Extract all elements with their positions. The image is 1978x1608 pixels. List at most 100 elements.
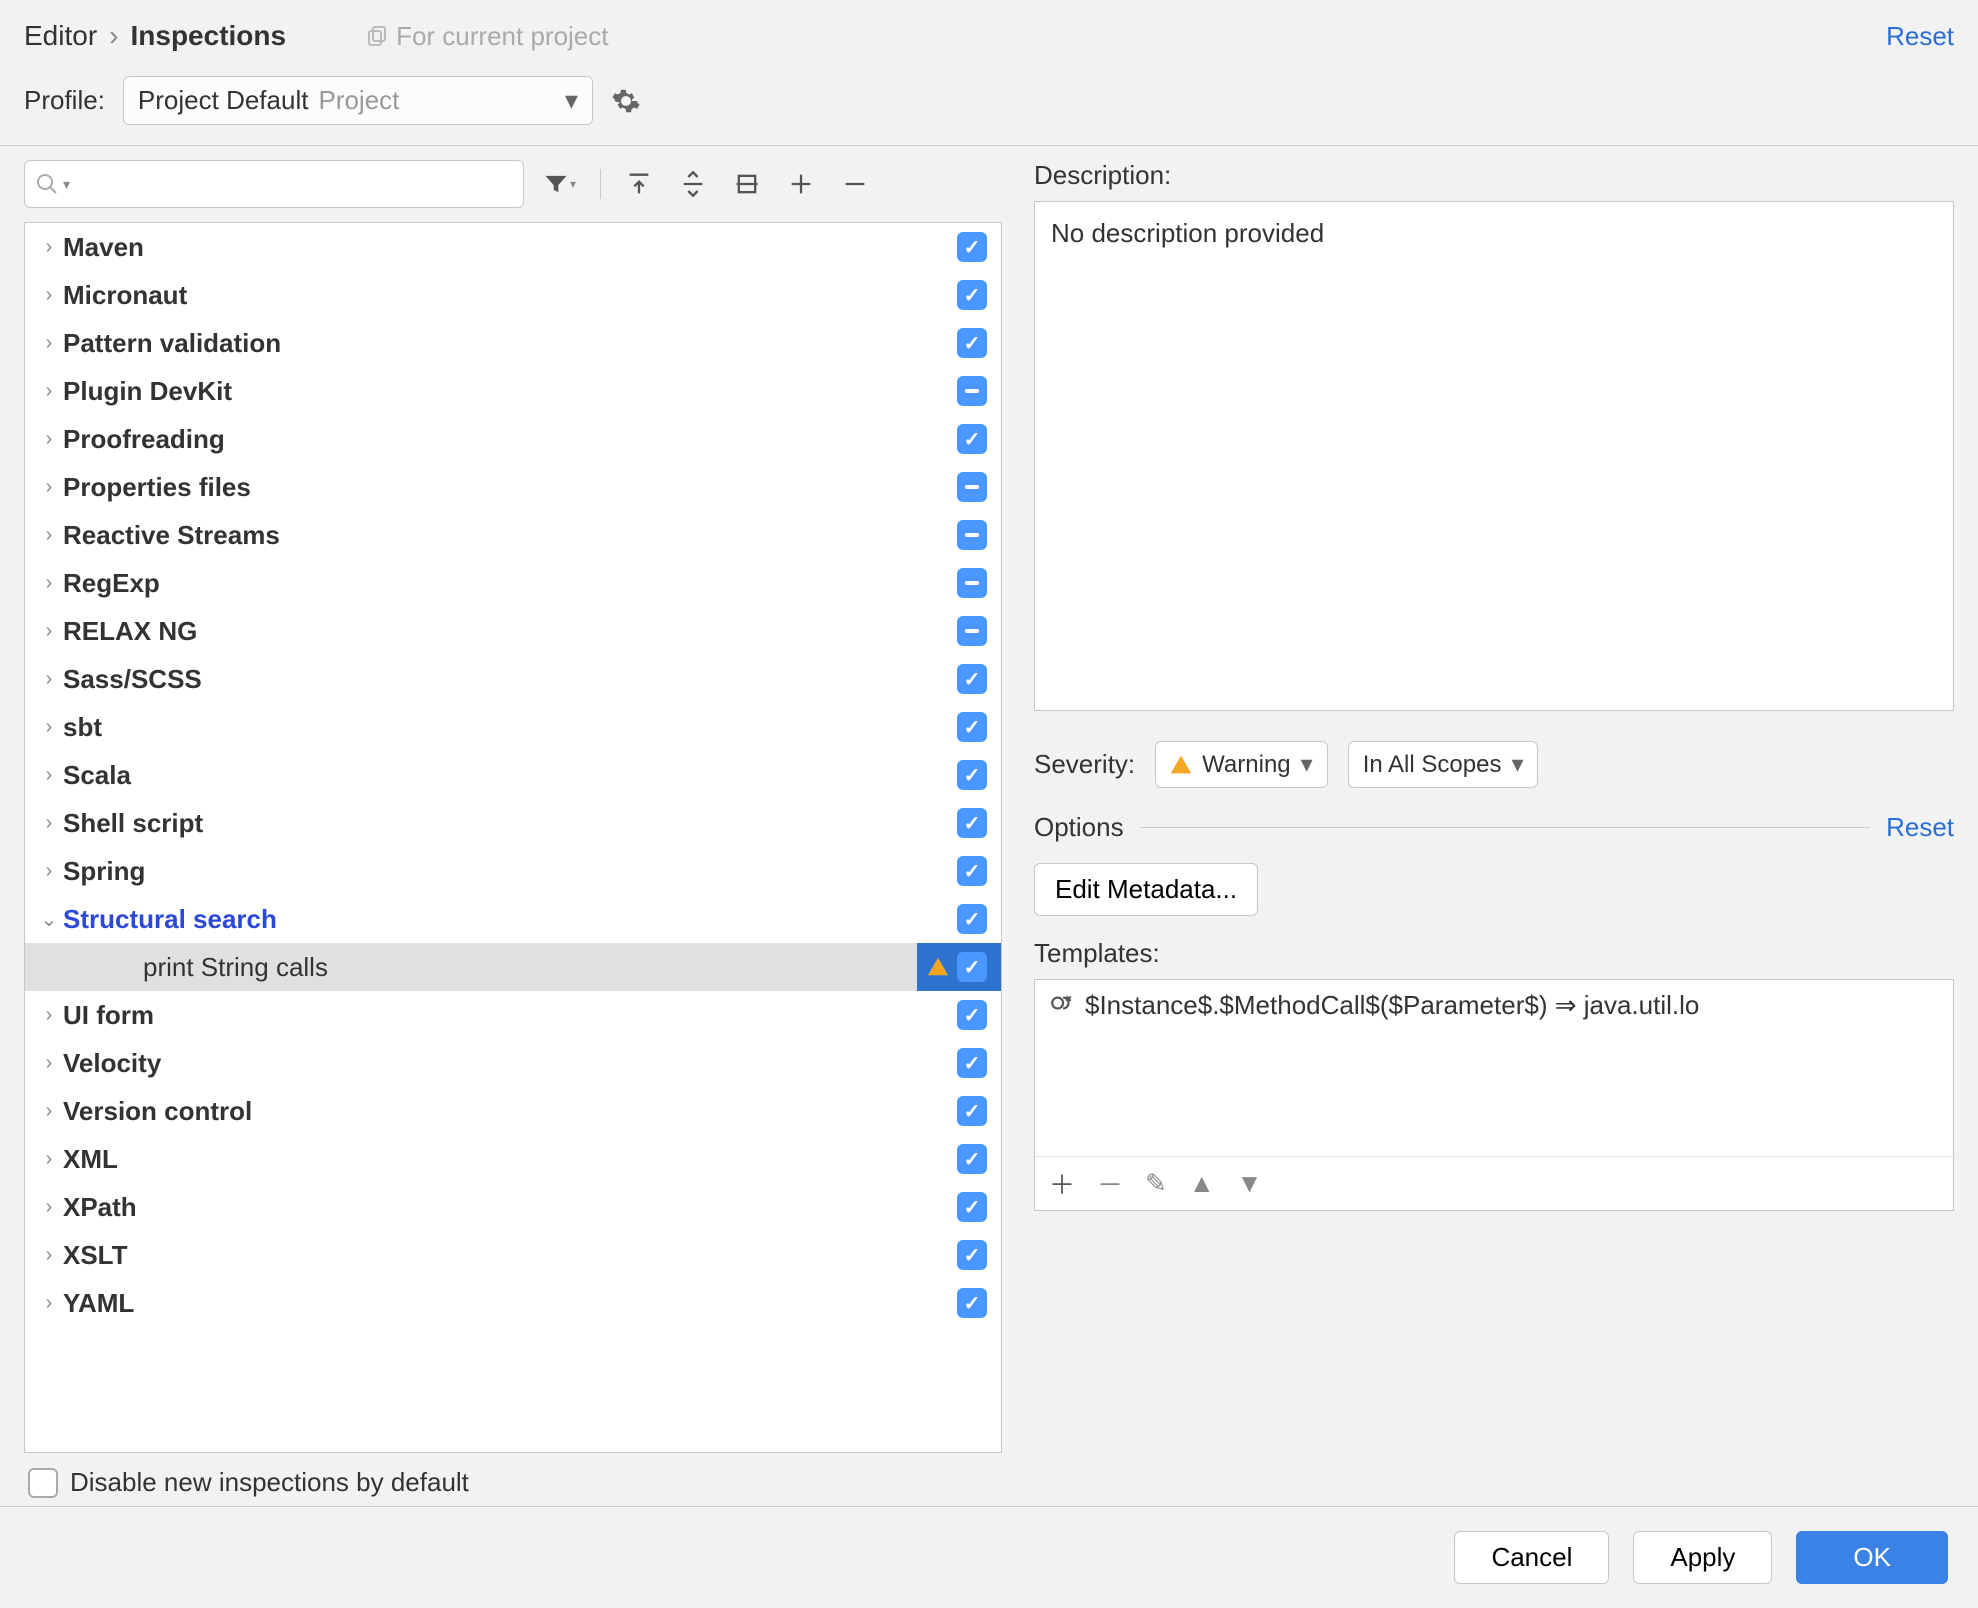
inspection-checkbox[interactable] — [957, 1144, 987, 1174]
copy-for-project[interactable]: For current project — [366, 21, 608, 52]
severity-combo[interactable]: Warning ▾ — [1155, 741, 1328, 788]
inspection-checkbox[interactable] — [957, 1048, 987, 1078]
tree-row[interactable]: ›sbt — [25, 703, 1001, 751]
expander-icon[interactable]: › — [35, 380, 63, 403]
tree-row[interactable]: ›Velocity — [25, 1039, 1001, 1087]
tree-row[interactable]: ›RELAX NG — [25, 607, 1001, 655]
inspection-checkbox[interactable] — [957, 424, 987, 454]
tmpl-remove-button[interactable]: － — [1097, 1165, 1123, 1202]
expander-icon[interactable]: › — [35, 572, 63, 595]
collapse-all-icon — [679, 170, 707, 198]
tree-row[interactable]: ⌄Structural search — [25, 895, 1001, 943]
expander-icon[interactable]: › — [35, 428, 63, 451]
expander-icon[interactable]: › — [35, 812, 63, 835]
remove-button[interactable] — [833, 166, 877, 202]
filter-button[interactable]: ▾ — [534, 166, 584, 202]
expander-icon[interactable]: › — [35, 860, 63, 883]
inspection-checkbox[interactable] — [957, 232, 987, 262]
disable-new-inspections-row[interactable]: Disable new inspections by default — [24, 1453, 1002, 1506]
tree-row[interactable]: ›Micronaut — [25, 271, 1001, 319]
tree-row[interactable]: ›XML — [25, 1135, 1001, 1183]
options-reset[interactable]: Reset — [1886, 812, 1954, 843]
inspection-checkbox[interactable] — [957, 952, 987, 982]
cancel-button[interactable]: Cancel — [1454, 1531, 1609, 1584]
reset-link[interactable]: Reset — [1886, 21, 1954, 52]
inspection-checkbox[interactable] — [957, 760, 987, 790]
inspection-checkbox[interactable] — [957, 808, 987, 838]
tree-row[interactable]: print String calls — [25, 943, 1001, 991]
inspection-checkbox[interactable] — [957, 472, 987, 502]
search-input[interactable]: ▾ — [24, 160, 524, 208]
ok-button[interactable]: OK — [1796, 1531, 1948, 1584]
tree-row[interactable]: ›Maven — [25, 223, 1001, 271]
profile-combo[interactable]: Project Default Project ▾ — [123, 76, 593, 125]
inspection-checkbox[interactable] — [957, 280, 987, 310]
inspection-checkbox[interactable] — [957, 1288, 987, 1318]
expander-icon[interactable]: › — [35, 764, 63, 787]
tree-row[interactable]: ›UI form — [25, 991, 1001, 1039]
breadcrumb-parent[interactable]: Editor — [24, 20, 97, 52]
tree-row[interactable]: ›Pattern validation — [25, 319, 1001, 367]
tmpl-up-button[interactable]: ▲ — [1189, 1168, 1215, 1199]
inspection-checkbox[interactable] — [957, 664, 987, 694]
tree-row[interactable]: ›RegExp — [25, 559, 1001, 607]
template-item[interactable]: $Instance$.$MethodCall$($Parameter$) ⇒ j… — [1035, 980, 1953, 1156]
expander-icon[interactable]: › — [35, 620, 63, 643]
tree-row[interactable]: ›Spring — [25, 847, 1001, 895]
expander-icon[interactable]: › — [35, 332, 63, 355]
expander-icon[interactable]: › — [35, 1100, 63, 1123]
tree-row[interactable]: ›Properties files — [25, 463, 1001, 511]
inspection-checkbox[interactable] — [957, 328, 987, 358]
inspection-checkbox[interactable] — [957, 376, 987, 406]
expander-icon[interactable]: › — [35, 1196, 63, 1219]
tree-row[interactable]: ›XPath — [25, 1183, 1001, 1231]
tree-row[interactable]: ›Sass/SCSS — [25, 655, 1001, 703]
disable-checkbox[interactable] — [28, 1468, 58, 1498]
tmpl-down-button[interactable]: ▼ — [1237, 1168, 1263, 1199]
expander-icon[interactable]: › — [35, 1292, 63, 1315]
inspection-checkbox[interactable] — [957, 1096, 987, 1126]
inspection-checkbox[interactable] — [957, 1000, 987, 1030]
expander-icon[interactable]: › — [35, 524, 63, 547]
expander-icon[interactable]: › — [35, 284, 63, 307]
tree-row[interactable]: ›Reactive Streams — [25, 511, 1001, 559]
inspection-checkbox[interactable] — [957, 856, 987, 886]
tree-row[interactable]: ›Plugin DevKit — [25, 367, 1001, 415]
badge-column — [957, 895, 1001, 943]
edit-metadata-button[interactable]: Edit Metadata... — [1034, 863, 1258, 916]
inspection-checkbox[interactable] — [957, 712, 987, 742]
inspection-checkbox[interactable] — [957, 1192, 987, 1222]
tree-item-label: Properties files — [63, 472, 251, 503]
expander-icon[interactable]: › — [35, 476, 63, 499]
inspection-checkbox[interactable] — [957, 1240, 987, 1270]
inspection-checkbox[interactable] — [957, 616, 987, 646]
expander-icon[interactable]: › — [35, 1148, 63, 1171]
scope-combo[interactable]: In All Scopes ▾ — [1348, 741, 1539, 788]
search-history-caret[interactable]: ▾ — [63, 176, 70, 193]
select-all-button[interactable] — [725, 166, 769, 202]
expander-icon[interactable]: › — [35, 716, 63, 739]
tmpl-edit-button[interactable]: ✎ — [1145, 1168, 1167, 1199]
apply-button[interactable]: Apply — [1633, 1531, 1772, 1584]
tmpl-add-button[interactable]: ＋ — [1049, 1165, 1075, 1202]
tree-row[interactable]: ›Proofreading — [25, 415, 1001, 463]
tree-row[interactable]: ›Scala — [25, 751, 1001, 799]
collapse-all-button[interactable] — [671, 166, 715, 202]
inspection-checkbox[interactable] — [957, 568, 987, 598]
tree-row[interactable]: ›Shell script — [25, 799, 1001, 847]
tree-row[interactable]: ›XSLT — [25, 1231, 1001, 1279]
add-button[interactable] — [779, 166, 823, 202]
expander-icon[interactable]: ⌄ — [35, 907, 63, 932]
inspection-checkbox[interactable] — [957, 520, 987, 550]
expander-icon[interactable]: › — [35, 1004, 63, 1027]
tree-row[interactable]: ›Version control — [25, 1087, 1001, 1135]
inspection-checkbox[interactable] — [957, 904, 987, 934]
gear-button[interactable] — [611, 86, 641, 116]
expander-icon[interactable]: › — [35, 236, 63, 259]
tree-row[interactable]: ›YAML — [25, 1279, 1001, 1327]
expand-all-button[interactable] — [617, 166, 661, 202]
expander-icon[interactable]: › — [35, 1244, 63, 1267]
expander-icon[interactable]: › — [35, 668, 63, 691]
expander-icon[interactable]: › — [35, 1052, 63, 1075]
inspections-tree[interactable]: ›Maven›Micronaut›Pattern validation›Plug… — [24, 222, 1002, 1453]
